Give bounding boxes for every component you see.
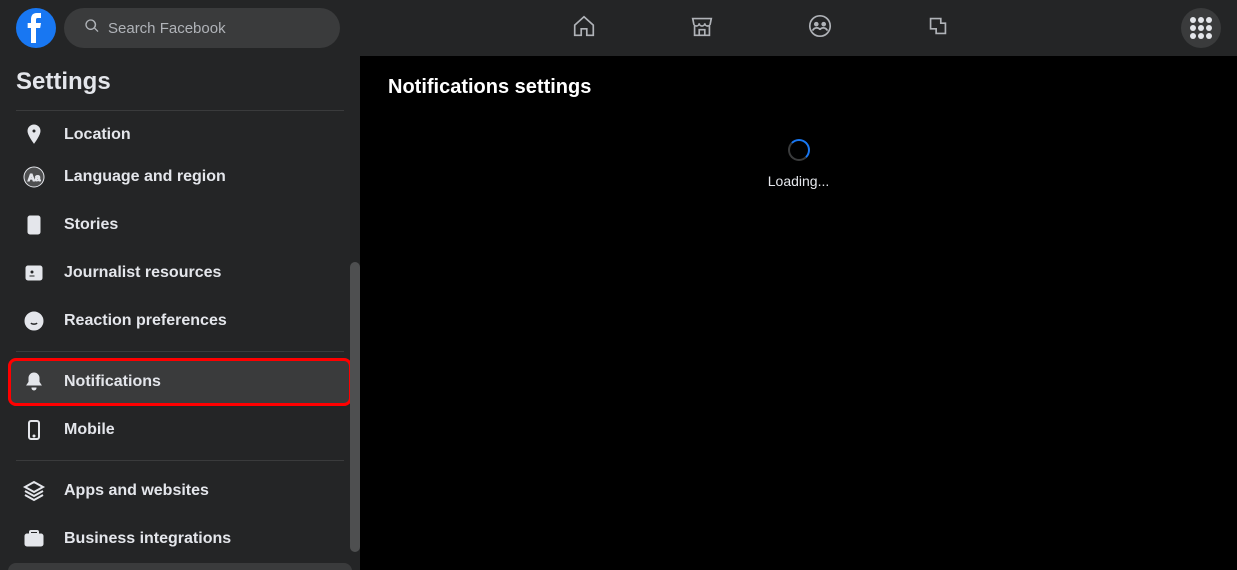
- tab-home[interactable]: [529, 2, 639, 54]
- sidebar-item-label: Stories: [64, 216, 118, 234]
- top-bar: Search Facebook: [0, 0, 1237, 56]
- sidebar-item-label: Language and region: [64, 168, 226, 186]
- sidebar-item-label: Business integrations: [64, 530, 231, 548]
- reaction-icon: [16, 303, 52, 339]
- sidebar-item-journalist[interactable]: Journalist resources: [8, 249, 352, 297]
- tab-gaming[interactable]: [883, 2, 993, 54]
- sidebar-item-label: Mobile: [64, 421, 115, 439]
- svg-text:Aa: Aa: [28, 173, 41, 184]
- divider: [16, 110, 344, 111]
- scrollbar[interactable]: [350, 262, 360, 552]
- language-icon: Aa: [16, 159, 52, 195]
- sidebar-item-label: Location: [64, 126, 131, 144]
- divider: [16, 351, 344, 352]
- top-nav-tabs: [340, 2, 1181, 54]
- sidebar-item-ads[interactable]: Ads: [8, 563, 352, 570]
- sidebar-item-label: Reaction preferences: [64, 312, 227, 330]
- sidebar-item-label: Journalist resources: [64, 264, 221, 282]
- sidebar-item-reaction[interactable]: Reaction preferences: [8, 297, 352, 345]
- bell-icon: [16, 364, 52, 400]
- business-icon: [16, 521, 52, 557]
- mobile-icon: [16, 412, 52, 448]
- search-icon: [84, 18, 100, 38]
- tab-marketplace[interactable]: [647, 2, 757, 54]
- loading-spinner: [788, 139, 810, 161]
- menu-button[interactable]: [1181, 8, 1221, 48]
- sidebar-item-business[interactable]: Business integrations: [8, 515, 352, 563]
- groups-icon: [807, 13, 833, 44]
- gaming-icon: [925, 13, 951, 44]
- facebook-logo[interactable]: [16, 8, 56, 48]
- sidebar-item-stories[interactable]: Stories: [8, 201, 352, 249]
- search-input[interactable]: Search Facebook: [64, 8, 340, 48]
- sidebar-item-mobile[interactable]: Mobile: [8, 406, 352, 454]
- sidebar-item-label: Notifications: [64, 373, 161, 391]
- apps-icon: [16, 473, 52, 509]
- grid-icon: [1190, 17, 1212, 39]
- loading-text: Loading...: [768, 173, 830, 189]
- tab-groups[interactable]: [765, 2, 875, 54]
- stories-icon: [16, 207, 52, 243]
- sidebar-item-language[interactable]: Aa Language and region: [8, 153, 352, 201]
- main-content: Notifications settings Loading...: [360, 56, 1237, 570]
- location-icon: [16, 117, 52, 153]
- divider: [16, 460, 344, 461]
- settings-sidebar: Settings Location Aa Language and region: [0, 56, 360, 570]
- page-title: Notifications settings: [388, 76, 1209, 99]
- sidebar-title: Settings: [0, 56, 360, 104]
- sidebar-item-apps[interactable]: Apps and websites: [8, 467, 352, 515]
- search-placeholder: Search Facebook: [108, 20, 226, 37]
- sidebar-item-location[interactable]: Location: [8, 117, 352, 153]
- journalist-icon: [16, 255, 52, 291]
- home-icon: [571, 13, 597, 44]
- sidebar-item-label: Apps and websites: [64, 482, 209, 500]
- marketplace-icon: [689, 13, 715, 44]
- sidebar-item-notifications[interactable]: Notifications: [8, 358, 352, 406]
